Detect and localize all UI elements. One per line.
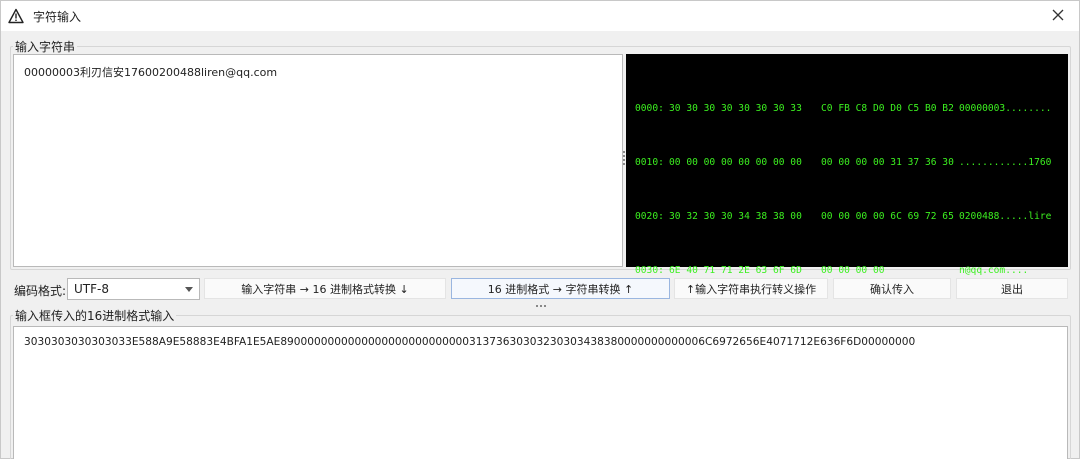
hex-offset: 0020:	[635, 211, 664, 222]
vertical-splitter-handle[interactable]	[623, 151, 625, 171]
input-string-legend: 输入字符串	[15, 40, 76, 54]
escape-string-button[interactable]: ↑输入字符串执行转义操作	[674, 278, 828, 299]
dialog-window: 字符输入 输入字符串 00000003利刃信安17600200488liren@…	[0, 0, 1080, 459]
hex-input-legend: 输入框传入的16进制格式输入	[15, 309, 175, 323]
hex-input-textarea[interactable]: 3030303030303033E588A9E58883E4BFA1E5AE89…	[13, 326, 1068, 459]
encoding-value: UTF-8	[74, 282, 109, 296]
hex-row: 0020: 30 32 30 30 34 38 38 00 00 00 00 0…	[635, 208, 1068, 226]
title-bar: 字符输入	[1, 1, 1079, 31]
close-icon[interactable]	[1049, 6, 1067, 24]
hex-ascii: 0200488.....lire	[959, 211, 1052, 222]
input-string-textarea[interactable]: 00000003利刃信安17600200488liren@qq.com	[13, 54, 623, 267]
hex-row: 0000: 30 30 30 30 30 30 30 33 C0 FB C8 D…	[635, 100, 1068, 118]
hex-ascii: 00000003........	[959, 103, 1052, 114]
hex-dump-view: 0000: 30 30 30 30 30 30 30 33 C0 FB C8 D…	[626, 54, 1068, 276]
hex-row: 0010: 00 00 00 00 00 00 00 00 00 00 00 0…	[635, 154, 1068, 172]
hex-ascii: ............1760	[959, 157, 1052, 168]
chevron-down-icon[interactable]	[185, 287, 193, 292]
hex-to-string-button[interactable]: 16 进制格式 → 字符串转换 ↑	[451, 278, 670, 299]
hex-bytes: 30 30 30 30 30 30 30 33	[669, 103, 802, 114]
hex-bytes: 30 32 30 30 34 38 38 00	[669, 211, 802, 222]
hex-bytes: 00 00 00 00 00 00 00 00	[669, 157, 802, 168]
encoding-label: 编码格式:	[14, 284, 67, 298]
exit-button[interactable]: 退出	[956, 278, 1068, 299]
hex-offset: 0010:	[635, 157, 664, 168]
confirm-button[interactable]: 确认传入	[833, 278, 951, 299]
string-to-hex-button[interactable]: 输入字符串 → 16 进制格式转换 ↓	[204, 278, 446, 299]
window-title: 字符输入	[33, 10, 82, 24]
hex-bytes: C0 FB C8 D0 D0 C5 B0 B2	[821, 103, 954, 114]
warning-icon	[8, 8, 24, 24]
hex-offset: 0000:	[635, 103, 664, 114]
hex-bytes: 00 00 00 00 31 37 36 30	[821, 157, 954, 168]
encoding-select[interactable]: UTF-8	[67, 278, 200, 300]
hex-bytes: 00 00 00 00 6C 69 72 65	[821, 211, 954, 222]
